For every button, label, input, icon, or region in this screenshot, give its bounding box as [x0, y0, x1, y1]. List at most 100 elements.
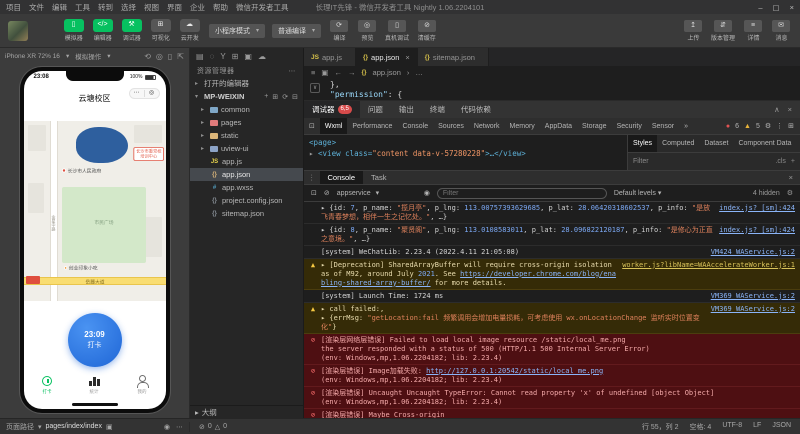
- console-log-row[interactable]: ⊘[渲染层网络层错误] Failed to load local image r…: [304, 334, 800, 365]
- menu-item[interactable]: 帮助: [213, 2, 228, 13]
- console-log-row[interactable]: [system] Launch Time: 1724 msVM369 WASer…: [304, 290, 800, 303]
- tab-输出[interactable]: 输出: [391, 101, 422, 118]
- tree-item-app.wxss[interactable]: #app.wxss: [190, 181, 303, 194]
- console-log-row[interactable]: ⊘[渲染层错误] Image加载失败: http://127.0.0.1:205…: [304, 365, 800, 387]
- toolbar-action-button[interactable]: ✉ 消息: [770, 20, 792, 42]
- tree-item-app.js[interactable]: JSapp.js: [190, 155, 303, 168]
- toolbar-action-button[interactable]: ≡ 详情: [742, 20, 764, 42]
- forward-icon[interactable]: →: [348, 68, 356, 77]
- editor-tab[interactable]: {} sitemap.json: [418, 48, 489, 66]
- maximize-button[interactable]: ▢: [773, 3, 780, 12]
- tab-»[interactable]: »: [679, 118, 693, 134]
- phone-tab-我的[interactable]: 我的: [118, 370, 165, 400]
- console-log-row[interactable]: ▲▸ call failed:,▸ {errMsg: "getLocation:…: [304, 303, 800, 334]
- tab-Sensor[interactable]: Sensor: [647, 118, 679, 134]
- toolbar-action-button[interactable]: ⟳ 编译: [328, 20, 350, 42]
- copy-icon[interactable]: ▣: [106, 423, 113, 431]
- menu-item[interactable]: 文件: [29, 2, 44, 13]
- tab-Performance[interactable]: Performance: [347, 118, 397, 134]
- explorer-tool-icon[interactable]: ▣: [244, 52, 252, 61]
- source-link[interactable]: VM369 WAService.js:2: [711, 305, 795, 314]
- page-path-label[interactable]: 页面路径: [6, 422, 34, 432]
- source-link[interactable]: VM369 WAService.js:2: [711, 292, 795, 301]
- close-icon[interactable]: ×: [782, 171, 800, 184]
- menu-item[interactable]: 项目: [6, 2, 21, 13]
- phone-tab-打卡[interactable]: 打卡: [24, 370, 71, 400]
- wxml-tree[interactable]: <page> ▸ <view class="content data-v-572…: [304, 135, 628, 170]
- kebab-menu-icon[interactable]: ⋮: [776, 122, 783, 130]
- problems-indicator[interactable]: ⊘0 △0: [190, 423, 236, 431]
- close-icon[interactable]: ×: [788, 105, 792, 114]
- open-editors-section[interactable]: ▸ 打开的编辑器: [190, 77, 303, 90]
- panel-toggle-button[interactable]: ⊞ 可视化: [148, 19, 173, 42]
- console-log-list[interactable]: ▸ {id: 7, p_name: "揽月亭", p_lng: 113.0075…: [304, 202, 800, 418]
- toolbar-action-button[interactable]: ↥ 上传: [682, 20, 704, 42]
- menu-item[interactable]: 界面: [167, 2, 182, 13]
- sim-icon[interactable]: ⇱: [177, 52, 184, 61]
- tab-调试器[interactable]: 调试器6,5: [304, 101, 360, 118]
- panel-toggle-button[interactable]: ⚒ 调试器: [119, 19, 144, 42]
- close-tab-icon[interactable]: ×: [405, 53, 409, 62]
- menu-item[interactable]: 企业: [190, 2, 205, 13]
- fold-icon[interactable]: ∨: [310, 83, 320, 93]
- tree-item-sitemap.json[interactable]: {}sitemap.json: [190, 207, 303, 220]
- status-item[interactable]: LF: [753, 422, 761, 432]
- toolbar-action-button[interactable]: ⇵ 版本管理: [710, 20, 736, 42]
- tab-Component Data[interactable]: Component Data: [733, 135, 796, 152]
- tree-item-static[interactable]: ▸static: [190, 129, 303, 142]
- tab-代码依赖[interactable]: 代码依赖: [453, 101, 499, 118]
- console-log-row[interactable]: ▸ {id: 7, p_name: "揽月亭", p_lng: 113.0075…: [304, 202, 800, 224]
- more-icon[interactable]: ⋯: [289, 67, 297, 75]
- console-log-row[interactable]: ⊘[渲染层错误] Uncaught Uncaught TypeError: Ca…: [304, 387, 800, 409]
- outline-section[interactable]: ▸ 大纲: [190, 405, 303, 418]
- project-tool-icon[interactable]: ⊟: [292, 93, 298, 101]
- tab-Console[interactable]: Console: [397, 118, 433, 134]
- breadcrumb-file[interactable]: app.json: [373, 68, 401, 77]
- console-settings-icon[interactable]: ⚙: [787, 189, 793, 197]
- status-item[interactable]: 行 55，列 2: [642, 422, 679, 432]
- menu-item[interactable]: 微信开发者工具: [236, 2, 289, 13]
- tree-item-common[interactable]: ▸common: [190, 103, 303, 116]
- device-select[interactable]: iPhone XR 72% 16: [5, 53, 60, 60]
- expand-icon[interactable]: ⊡: [311, 189, 317, 197]
- project-tool-icon[interactable]: ⟳: [282, 93, 288, 101]
- add-style-icon[interactable]: +: [791, 158, 795, 165]
- editor-tab[interactable]: {} app.json ×: [356, 48, 418, 66]
- explorer-tool-icon[interactable]: ◌: [210, 52, 215, 61]
- mode-select[interactable]: 小程序模式▾: [209, 24, 265, 38]
- menu-item[interactable]: 视图: [144, 2, 159, 13]
- console-log-row[interactable]: ▲▸ [Deprecation] SharedArrayBuffer will …: [304, 259, 800, 290]
- sim-icon[interactable]: ▯: [168, 52, 172, 61]
- menu-item[interactable]: 选择: [121, 2, 136, 13]
- toolbar-action-button[interactable]: ▯ 真机调试: [384, 20, 410, 42]
- tab-Dataset[interactable]: Dataset: [699, 135, 733, 152]
- project-tool-icon[interactable]: ⊞: [272, 93, 278, 101]
- tab-Network[interactable]: Network: [469, 118, 505, 134]
- sim-icon[interactable]: ◎: [156, 52, 163, 61]
- capsule-menu[interactable]: ⋯ ◎: [129, 88, 160, 99]
- phone-tab-统计[interactable]: 统计: [71, 370, 118, 400]
- menu-item[interactable]: 转到: [98, 2, 113, 13]
- toolbar-action-button[interactable]: ⊘ 清缓存: [416, 20, 438, 42]
- console-log-row[interactable]: [system] WeChatLib: 2.23.4 (2022.4.11 21…: [304, 246, 800, 259]
- styles-filter-input[interactable]: Filter: [633, 158, 649, 165]
- close-button[interactable]: ×: [790, 3, 794, 12]
- code-editor[interactable]: ∨ }, "permission": {: [304, 79, 800, 101]
- status-item[interactable]: UTF-8: [722, 422, 742, 432]
- tab-Console[interactable]: Console: [320, 171, 364, 184]
- explorer-tool-icon[interactable]: ▤: [196, 52, 204, 61]
- panel-layout-icon[interactable]: ⊞: [788, 122, 794, 130]
- dock-icon[interactable]: ⊡: [304, 118, 320, 134]
- map-view[interactable]: 金星中路 长沙市人民政府 长沙市委党校 培训中心 市民广场: [24, 121, 166, 301]
- more-icon[interactable]: ⋯: [176, 423, 183, 431]
- tree-item-pages[interactable]: ▸pages: [190, 116, 303, 129]
- eye-icon[interactable]: ◉: [164, 423, 170, 431]
- bookmark-icon[interactable]: ▣: [321, 68, 328, 77]
- tab-Storage[interactable]: Storage: [577, 118, 612, 134]
- project-tool-icon[interactable]: +: [264, 93, 268, 101]
- project-root[interactable]: ▾ MP-WEIXIN +⊞⟳⊟: [190, 90, 303, 103]
- source-link[interactable]: VM424 WAService.js:2: [711, 248, 795, 257]
- tree-item-app.json[interactable]: {}app.json: [190, 168, 303, 181]
- tab-Computed[interactable]: Computed: [657, 135, 699, 152]
- context-select[interactable]: appservice▾: [337, 189, 417, 197]
